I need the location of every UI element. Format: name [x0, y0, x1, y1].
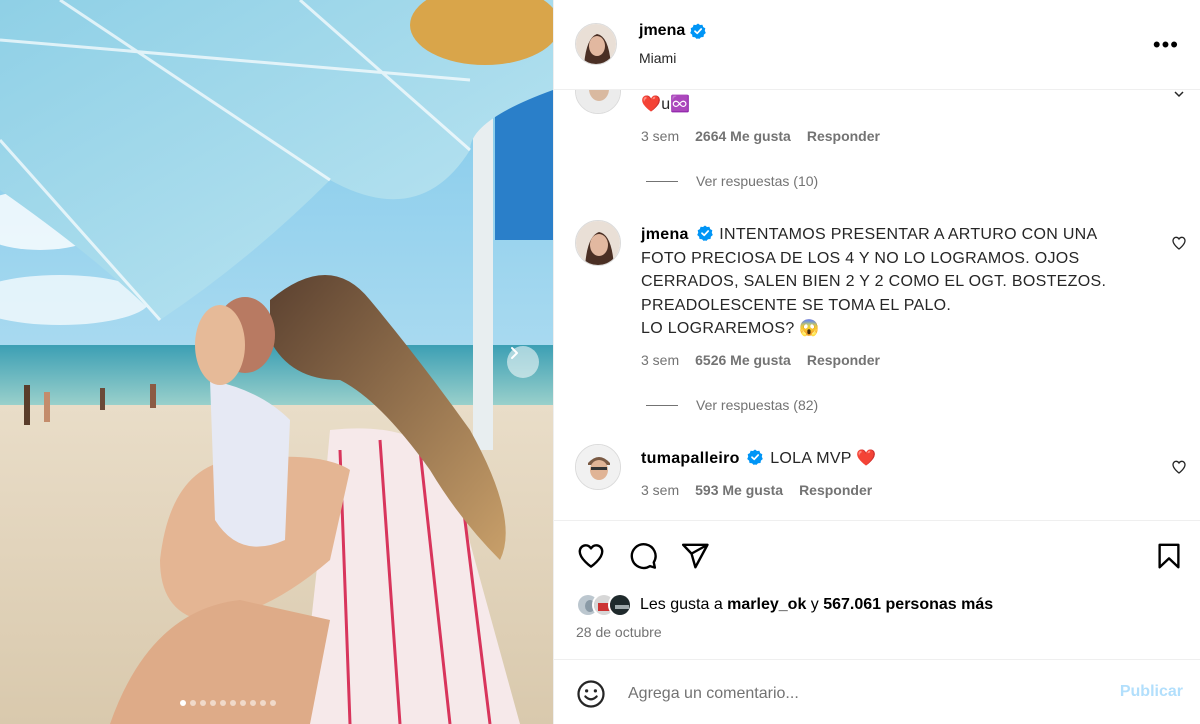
carousel-indicator	[180, 700, 276, 706]
share-send-icon[interactable]	[680, 541, 710, 571]
comment-likes[interactable]: 6526 Me gusta	[695, 352, 791, 368]
add-comment-bar: Publicar	[554, 659, 1200, 724]
view-replies-button[interactable]: Ver respuestas (10)	[646, 173, 818, 189]
instagram-post-view: jmena Miami ••• ❤️u♾️ 3 sem 2664 Me gust…	[0, 0, 1200, 724]
comment-input[interactable]	[628, 680, 1088, 708]
likes-summary: Les gusta a marley_ok y 567.061 personas…	[576, 593, 993, 617]
likes-user-link[interactable]: marley_ok	[727, 596, 806, 613]
post-details-panel: jmena Miami ••• ❤️u♾️ 3 sem 2664 Me gust…	[553, 0, 1200, 724]
comment-text: LOLA MVP ❤️	[770, 450, 877, 467]
carousel-dot	[220, 700, 226, 706]
comment-text: ❤️u♾️	[641, 96, 691, 113]
post-header: jmena Miami •••	[554, 0, 1200, 90]
comment-text-line: LO LOGRAREMOS? 😱	[641, 320, 820, 337]
comment-bubble-icon[interactable]	[628, 541, 658, 571]
likes-text: Les gusta a marley_ok y 567.061 personas…	[640, 596, 993, 614]
verified-badge-icon	[690, 23, 707, 39]
comment-body: jmena INTENTAMOS PRESENTAR A ARTURO CON …	[641, 223, 1106, 341]
comments-list: ❤️u♾️ 3 sem 2664 Me gusta Responder Ver …	[554, 90, 1200, 520]
comment-time[interactable]: 3 sem	[641, 128, 679, 144]
like-comment-heart-icon[interactable]	[1171, 459, 1187, 475]
commenter-avatar[interactable]	[575, 444, 621, 490]
replies-divider	[646, 180, 678, 182]
carousel-dot	[190, 700, 196, 706]
comment-text-line: CERRADOS, SALEN BIEN 2 Y 2 COMO EL OGT. …	[641, 273, 1107, 290]
carousel-dot	[260, 700, 266, 706]
commenter-avatar[interactable]	[575, 90, 621, 114]
carousel-dot	[230, 700, 236, 706]
carousel-dot	[210, 700, 216, 706]
comment-likes[interactable]: 2664 Me gusta	[695, 128, 791, 144]
carousel-dot	[270, 700, 276, 706]
carousel-dot	[200, 700, 206, 706]
replies-divider	[646, 404, 678, 406]
publish-button[interactable]: Publicar	[1120, 683, 1183, 701]
like-heart-icon[interactable]	[576, 541, 606, 571]
comment-time[interactable]: 3 sem	[641, 352, 679, 368]
post-location[interactable]: Miami	[639, 50, 676, 66]
reply-button[interactable]: Responder	[799, 482, 872, 498]
view-replies-label[interactable]: Ver respuestas (10)	[696, 173, 818, 189]
author-username[interactable]: jmena	[639, 22, 685, 40]
author-username-row[interactable]: jmena	[639, 22, 707, 40]
more-options-icon[interactable]: •••	[1153, 32, 1179, 58]
reply-button[interactable]: Responder	[807, 128, 880, 144]
comment-meta: 3 sem 2664 Me gusta Responder	[641, 128, 880, 144]
verified-badge-icon	[747, 449, 764, 465]
verified-badge-icon	[696, 225, 713, 241]
chevron-right-icon	[511, 347, 518, 359]
next-photo-button[interactable]	[507, 346, 539, 378]
chevron-down-icon[interactable]	[1171, 90, 1187, 102]
carousel-dot	[180, 700, 186, 706]
emoji-icon[interactable]	[576, 679, 606, 709]
comment-time[interactable]: 3 sem	[641, 482, 679, 498]
likes-connector: y	[806, 596, 824, 613]
commenter-avatar[interactable]	[575, 220, 621, 266]
post-actions: Les gusta a marley_ok y 567.061 personas…	[554, 520, 1200, 659]
comment-meta: 3 sem 6526 Me gusta Responder	[641, 352, 880, 368]
post-photo[interactable]	[0, 0, 553, 724]
commenter-username[interactable]: tumapalleiro	[641, 450, 740, 467]
commenter-username[interactable]: jmena	[641, 226, 689, 243]
comment-first-line: jmena INTENTAMOS PRESENTAR A ARTURO CON …	[641, 223, 1106, 247]
liker-avatar[interactable]	[608, 593, 632, 617]
comment-likes[interactable]: 593 Me gusta	[695, 482, 783, 498]
likes-count-link[interactable]: 567.061 personas más	[823, 596, 993, 613]
comment-text-line: INTENTAMOS PRESENTAR A ARTURO CON UNA	[719, 226, 1098, 243]
like-comment-heart-icon[interactable]	[1171, 235, 1187, 251]
author-avatar[interactable]	[575, 23, 617, 65]
comment-text-line: FOTO PRECIOSA DE LOS 4 Y NO LO LOGRAMOS.…	[641, 249, 1080, 267]
carousel-dot	[250, 700, 256, 706]
beach-photo-image	[0, 0, 553, 724]
comment-meta: 3 sem 593 Me gusta Responder	[641, 482, 872, 498]
view-replies-button[interactable]: Ver respuestas (82)	[646, 397, 818, 413]
reply-button[interactable]: Responder	[807, 352, 880, 368]
likes-prefix: Les gusta a	[640, 596, 728, 613]
carousel-dot	[240, 700, 246, 706]
post-date[interactable]: 28 de octubre	[576, 624, 662, 640]
view-replies-label[interactable]: Ver respuestas (82)	[696, 397, 818, 413]
save-bookmark-icon[interactable]	[1154, 541, 1184, 571]
comment-text-line: PREADOLESCENTE SE TOMA EL PALO.	[641, 296, 952, 314]
comment-body: tumapalleiro LOLA MVP ❤️	[641, 447, 876, 471]
